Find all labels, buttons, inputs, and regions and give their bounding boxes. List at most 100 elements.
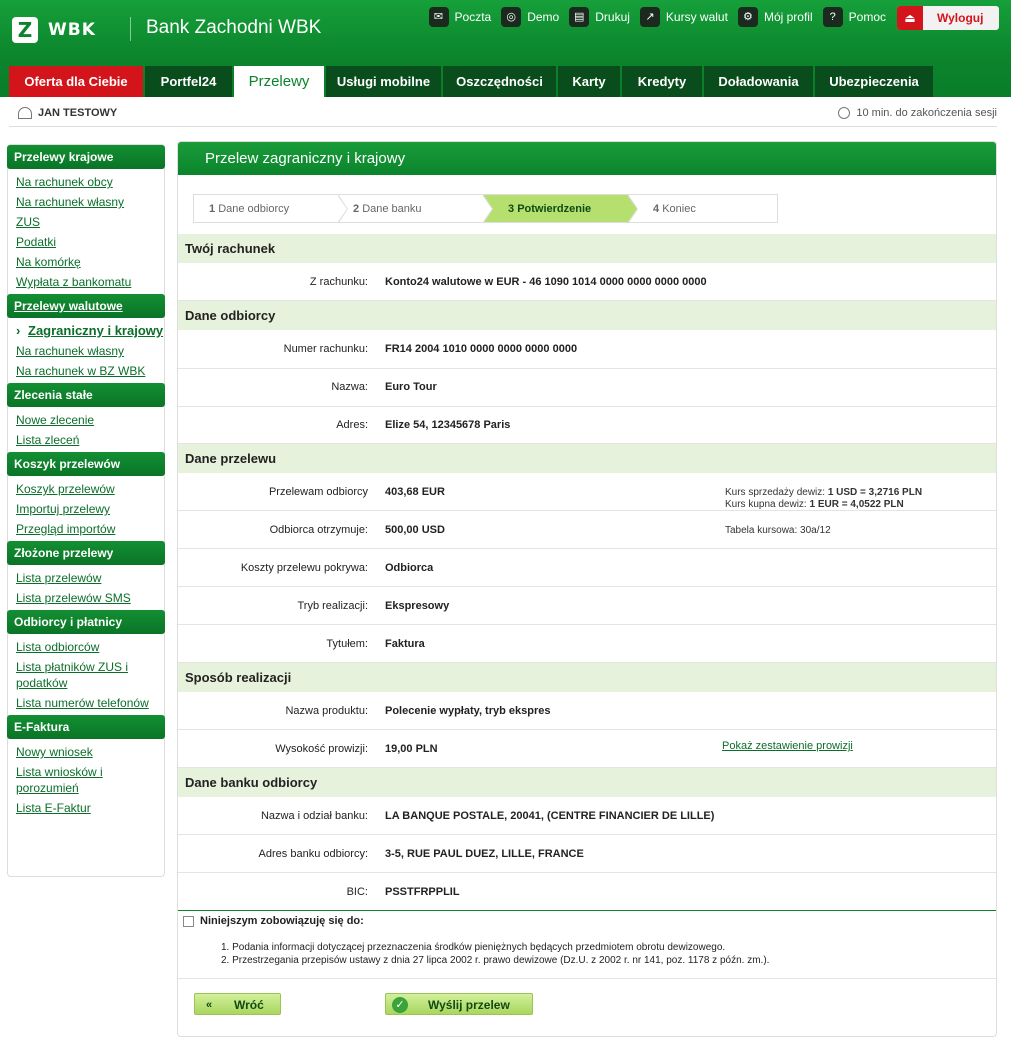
sidebar-heading[interactable]: Złożone przelewy [7,541,165,565]
sidebar-item[interactable]: Koszyk przelewów [16,481,164,497]
send-button[interactable]: ✓ Wyślij przelew [385,993,533,1015]
field-label: Nazwa produktu: [285,705,368,717]
sidebar-heading[interactable]: Przelewy krajowe [7,145,165,169]
field-value: Odbiorca [385,562,434,574]
step-3-active: 3 Potwierdzenie [483,194,638,224]
step-number: 4 [653,203,660,215]
sidebar-heading[interactable]: Zlecenia stałe [7,383,165,407]
tab-ubezpieczenia[interactable]: Ubezpieczenia [815,66,933,97]
chart-icon: ↗ [639,7,660,27]
double-chevron-left-icon: « [205,999,213,1011]
field-value: 3-5, RUE PAUL DUEZ, LILLE, FRANCE [385,848,584,860]
tab-oferta[interactable]: Oferta dla Ciebie [9,66,143,97]
section-transfer: Dane przelewu [178,444,996,473]
declaration-item: 2. Przestrzegania przepisów ustawy z dni… [221,955,770,966]
row-bank-address: Adres banku odbiorcy: 3-5, RUE PAUL DUEZ… [178,835,996,873]
user-icon [18,107,32,119]
sidebar-heading[interactable]: Odbiorcy i płatnicy [7,610,165,634]
rate-table: Tabela kursowa: 30a/12 [725,525,831,536]
sidebar-item[interactable]: Na rachunek w BZ WBK [16,363,164,379]
sidebar-item[interactable]: Na rachunek obcy [16,174,164,190]
field-label: Koszty przelewu pokrywa: [240,562,368,574]
print-icon: ▤ [569,7,590,27]
session-text: 10 min. do zakończenia sesji [856,107,997,119]
field-label: Tryb realizacji: [297,600,369,612]
sidebar-item[interactable]: Nowy wniosek [16,744,164,760]
checkmark-icon: ✓ [392,997,408,1013]
declaration-title: Niniejszym zobowiązuję się do: [200,915,364,927]
session-timer: 10 min. do zakończenia sesji [838,107,997,119]
sidebar-item[interactable]: Wypłata z bankomatu [16,274,164,290]
sidebar-item[interactable]: Lista E-Faktur [16,800,164,816]
logo-mark: Z [12,17,38,43]
sidebar-heading[interactable]: E-Faktura [7,715,165,739]
toplink-label: Kursy walut [665,10,728,24]
sidebar-item[interactable]: Lista wniosków i porozumień [16,764,164,796]
sidebar-group-przelewy-walutowe: Przelewy walutowe › Zagraniczny i krajow… [7,294,165,379]
sidebar-group-zlozone: Złożone przelewy Lista przelewów Lista p… [7,541,165,606]
sidebar-item[interactable]: Przegląd importów [16,521,164,537]
row-bank-name: Nazwa i odział banku: LA BANQUE POSTALE,… [178,797,996,835]
field-label: Adres banku odbiorcy: [258,848,368,860]
tab-portfel24[interactable]: Portfel24 [145,66,232,97]
sidebar-item[interactable]: Lista przelewów [16,570,164,586]
tab-doladowania[interactable]: Doładowania [704,66,813,97]
sidebar-item[interactable]: ZUS [16,214,164,230]
field-value: 500,00 USD [385,524,445,536]
toplink-label: Poczta [454,10,492,24]
row-costs: Koszty przelewu pokrywa: Odbiorca [178,549,996,587]
tab-karty[interactable]: Karty [558,66,620,97]
main-panel: Przelew zagraniczny i krajowy 1 Dane odb… [177,141,997,1037]
row-amount-received: Odbiorca otrzymuje: 500,00 USD Tabela ku… [178,511,996,549]
tab-oszczednosci[interactable]: Oszczędności [443,66,556,97]
field-label: Odbiorca otrzymuje: [269,524,368,536]
toplink-drukuj[interactable]: ▤ Drukuj [569,7,630,27]
sidebar-item-label: Zagraniczny i krajowy [28,323,164,338]
tab-kredyty[interactable]: Kredyty [622,66,702,97]
sidebar-item[interactable]: Na komórkę [16,254,164,270]
sidebar-item[interactable]: Lista odbiorców [16,639,164,655]
commission-link[interactable]: Pokaż zestawienie prowizji [722,740,853,752]
tab-uslugi-mobilne[interactable]: Usługi mobilne [326,66,441,97]
sidebar-item[interactable]: Lista płatników ZUS i podatków [16,659,164,691]
field-label: Wysokość prowizji: [275,743,368,755]
field-value: LA BANQUE POSTALE, 20041, (CENTRE FINANC… [385,810,715,822]
sidebar-item[interactable]: Lista przelewów SMS [16,590,164,606]
toplink-pomoc[interactable]: ? Pomoc [822,7,886,27]
sidebar-item[interactable]: Lista numerów telefonów [16,695,164,711]
toplink-poczta[interactable]: ✉ Poczta [428,7,492,27]
toplink-kursy-walut[interactable]: ↗ Kursy walut [639,7,728,27]
sidebar-item[interactable]: Importuj przelewy [16,501,164,517]
sidebar-item[interactable]: Na rachunek własny [16,194,164,210]
back-button-label: Wróć [234,998,264,1012]
sidebar-heading[interactable]: Koszyk przelewów [7,452,165,476]
sidebar-item-active[interactable]: › Zagraniczny i krajowy [16,323,164,339]
sidebar-heading[interactable]: Przelewy walutowe [7,294,165,318]
field-value: FR14 2004 1010 0000 0000 0000 0000 [385,343,578,355]
user-info: JAN TESTOWY [18,107,117,119]
sidebar-item[interactable]: Lista zleceń [16,432,164,448]
step-number: 1 [209,203,216,215]
sidebar-item[interactable]: Podatki [16,234,164,250]
field-value: Elize 54, 12345678 Paris [385,419,511,431]
logout-button[interactable]: ⏏ Wyloguj [897,6,999,30]
tab-przelewy[interactable]: Przelewy [234,66,324,97]
step-label: Dane banku [362,203,422,215]
main-tabs: Oferta dla Ciebie Portfel24 Przelewy Usł… [9,66,935,97]
toplink-label: Pomoc [848,10,886,24]
declaration-list: 1. Podania informacji dotyczącej przezna… [221,941,769,967]
toplink-demo[interactable]: ◎ Demo [501,7,559,27]
back-button[interactable]: « Wróć [194,993,281,1015]
rate-buy-label: Kurs kupna dewiz: [725,499,807,510]
toplink-label: Drukuj [595,10,630,24]
declaration-checkbox[interactable] [183,916,194,927]
step-number: 2 [353,203,360,215]
toplink-moj-profil[interactable]: ⚙ Mój profil [737,7,813,27]
bank-name: Bank Zachodni WBK [146,17,322,38]
sidebar-item[interactable]: Nowe zlecenie [16,412,164,428]
bank-logo[interactable]: Z WBK [12,17,96,43]
field-label: Nazwa i odział banku: [260,810,368,822]
row-product: Nazwa produktu: Polecenie wypłaty, tryb … [178,692,996,730]
sidebar-item[interactable]: Na rachunek własny [16,343,164,359]
field-label: Przelewam odbiorcy [268,486,368,498]
